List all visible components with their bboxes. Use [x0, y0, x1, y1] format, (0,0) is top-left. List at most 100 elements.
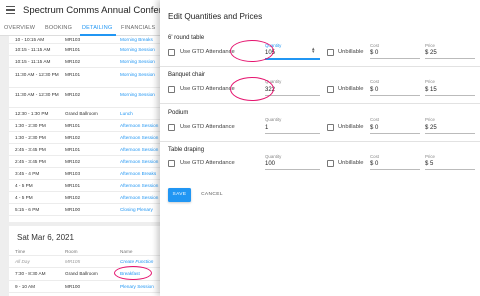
- price-underline: [425, 95, 475, 96]
- event-link: Afternoon Session: [120, 195, 159, 200]
- table-row[interactable]: 11:30 AM - 12:30 PM MR101 Morning Session: [9, 68, 160, 88]
- item-title: 6' round table: [168, 35, 205, 41]
- breakfast-highlight: [114, 266, 152, 280]
- cost-label: Cost: [370, 117, 380, 122]
- event-link: Afternoon Session: [120, 183, 159, 188]
- day-card: Sat Mar 6, 2021 Time Room Name All Day MR10…: [9, 226, 160, 296]
- price-input[interactable]: $ 25: [425, 125, 437, 131]
- quantity-stepper[interactable]: ▴ ▾: [312, 47, 315, 55]
- gtd-checkbox[interactable]: [168, 124, 175, 131]
- unbillable-label: Unbillable: [338, 86, 364, 92]
- quantity-input[interactable]: 1: [265, 125, 268, 131]
- cost-label: Cost: [370, 154, 380, 159]
- unbillable-label: Unbillable: [338, 49, 364, 55]
- gtd-label: Use GTD Attendance: [180, 124, 235, 130]
- table-row[interactable]: 10:15 - 11:15 AM MR102 Morning Session: [9, 56, 160, 68]
- price-input[interactable]: $ 5: [425, 161, 433, 167]
- gtd-label: Use GTD Attendance: [180, 160, 235, 166]
- divider: [160, 103, 480, 104]
- price-underline: [425, 133, 475, 134]
- tab-detailing[interactable]: DETAILING: [82, 25, 112, 31]
- price-label: Price: [425, 79, 436, 84]
- cost-input[interactable]: $ 0: [370, 125, 378, 131]
- divider: [160, 66, 480, 67]
- unbillable-checkbox[interactable]: [327, 124, 334, 131]
- price-label: Price: [425, 117, 436, 122]
- event-link: Closing Plenary: [120, 207, 153, 212]
- edit-quantities-dialog: Edit Quantities and Prices 6' round tabl…: [160, 0, 480, 296]
- table-row[interactable]: 5:15 - 6 PM MR100 Closing Plenary: [9, 204, 160, 216]
- item-title: Banquet chair: [168, 72, 206, 78]
- table-row[interactable]: 1:30 - 2:30 PM MR102 Afternoon Session: [9, 132, 160, 144]
- unbillable-checkbox[interactable]: [327, 86, 334, 93]
- day-heading: Sat Mar 6, 2021: [17, 233, 74, 242]
- price-underline: [425, 58, 475, 59]
- cost-input[interactable]: $ 0: [370, 87, 378, 93]
- table-row[interactable]: 1:30 - 2:30 PM MR101 Afternoon Session: [9, 120, 160, 132]
- event-link: Afternoon Session: [120, 147, 159, 152]
- gtd-label: Use GTD Attendance: [180, 86, 235, 92]
- quantity-underline: [265, 169, 320, 170]
- table-row[interactable]: 9 - 10 AM MR100 Plenary Session: [9, 281, 160, 293]
- cost-label: Cost: [370, 79, 380, 84]
- price-input[interactable]: $ 25: [425, 50, 437, 56]
- create-function-link: Create Function: [120, 259, 154, 264]
- gtd-checkbox[interactable]: [168, 49, 175, 56]
- tab-bar: OVERVIEW BOOKING DETAILING FINANCIALS: [0, 22, 160, 36]
- tab-booking[interactable]: BOOKING: [45, 25, 72, 31]
- tab-financials[interactable]: FINANCIALS: [121, 25, 155, 31]
- event-link: Morning Session: [120, 72, 155, 77]
- unbillable-label: Unbillable: [338, 160, 364, 166]
- gtd-checkbox[interactable]: [168, 86, 175, 93]
- table-row[interactable]: 4 - 5 PM MR102 Afternoon Session: [9, 192, 160, 204]
- table-row[interactable]: 10:15 - 11:15 AM MR101 Morning Session: [9, 44, 160, 56]
- item-title: Table draping: [168, 147, 205, 153]
- table-row[interactable]: 12:30 - 1:30 PM Grand Ballroom Lunch: [9, 108, 160, 120]
- dialog-title: Edit Quantities and Prices: [168, 12, 263, 21]
- item-title: Podium: [168, 110, 189, 116]
- price-label: Price: [425, 43, 436, 48]
- event-link: Afternoon Session: [120, 135, 159, 140]
- event-link: Morning Breaks: [120, 37, 153, 42]
- cost-underline: [370, 58, 420, 59]
- table-row[interactable]: 10 - 10:15 AM MR103 Morning Breaks: [9, 36, 160, 44]
- quantity-label: Quantity: [265, 117, 282, 122]
- gtd-checkbox[interactable]: [168, 160, 175, 167]
- gtd-label: Use GTD Attendance: [180, 49, 235, 55]
- quantity-underline: [265, 133, 320, 134]
- table-row[interactable]: 4 - 5 PM MR101 Afternoon Session: [9, 180, 160, 192]
- cancel-button[interactable]: CANCEL: [197, 188, 227, 202]
- unbillable-checkbox[interactable]: [327, 49, 334, 56]
- schedule-card: 10 - 10:15 AM MR103 Morning Breaks 10:15 -…: [9, 36, 160, 222]
- event-link: Afternoon Session: [120, 159, 159, 164]
- cost-label: Cost: [370, 43, 380, 48]
- table-header: Time Room Name: [9, 247, 160, 256]
- price-underline: [425, 169, 475, 170]
- menu-icon[interactable]: [6, 6, 15, 15]
- tab-overview[interactable]: OVERVIEW: [4, 25, 35, 31]
- event-link: Plenary Session: [120, 284, 154, 289]
- quantity-underline: [265, 58, 320, 60]
- event-link: Morning Session: [120, 59, 155, 64]
- quantity-highlight: [230, 40, 274, 62]
- quantity-input[interactable]: 100: [265, 161, 275, 167]
- cost-input[interactable]: $ 0: [370, 161, 378, 167]
- quantity-label: Quantity: [265, 154, 282, 159]
- table-row[interactable]: 2:45 - 3:45 PM MR101 Afternoon Session: [9, 144, 160, 156]
- event-link: Lunch: [120, 111, 133, 116]
- price-label: Price: [425, 154, 436, 159]
- quantity-underline: [265, 95, 320, 96]
- cost-underline: [370, 133, 420, 134]
- table-row[interactable]: 3:45 - 4 PM MR103 Afternoon Breaks: [9, 168, 160, 180]
- quantity-highlight: [230, 77, 274, 101]
- unbillable-checkbox[interactable]: [327, 160, 334, 167]
- cost-underline: [370, 95, 420, 96]
- event-link: Afternoon Session: [120, 123, 159, 128]
- cost-input[interactable]: $ 0: [370, 50, 378, 56]
- cost-underline: [370, 169, 420, 170]
- table-row[interactable]: 2:45 - 3:45 PM MR102 Afternoon Session: [9, 156, 160, 168]
- price-input[interactable]: $ 15: [425, 87, 437, 93]
- table-row[interactable]: 11:30 AM - 12:30 PM MR102 Morning Session: [9, 88, 160, 108]
- save-button[interactable]: SAVE: [168, 188, 191, 202]
- event-link: Morning Session: [120, 47, 155, 52]
